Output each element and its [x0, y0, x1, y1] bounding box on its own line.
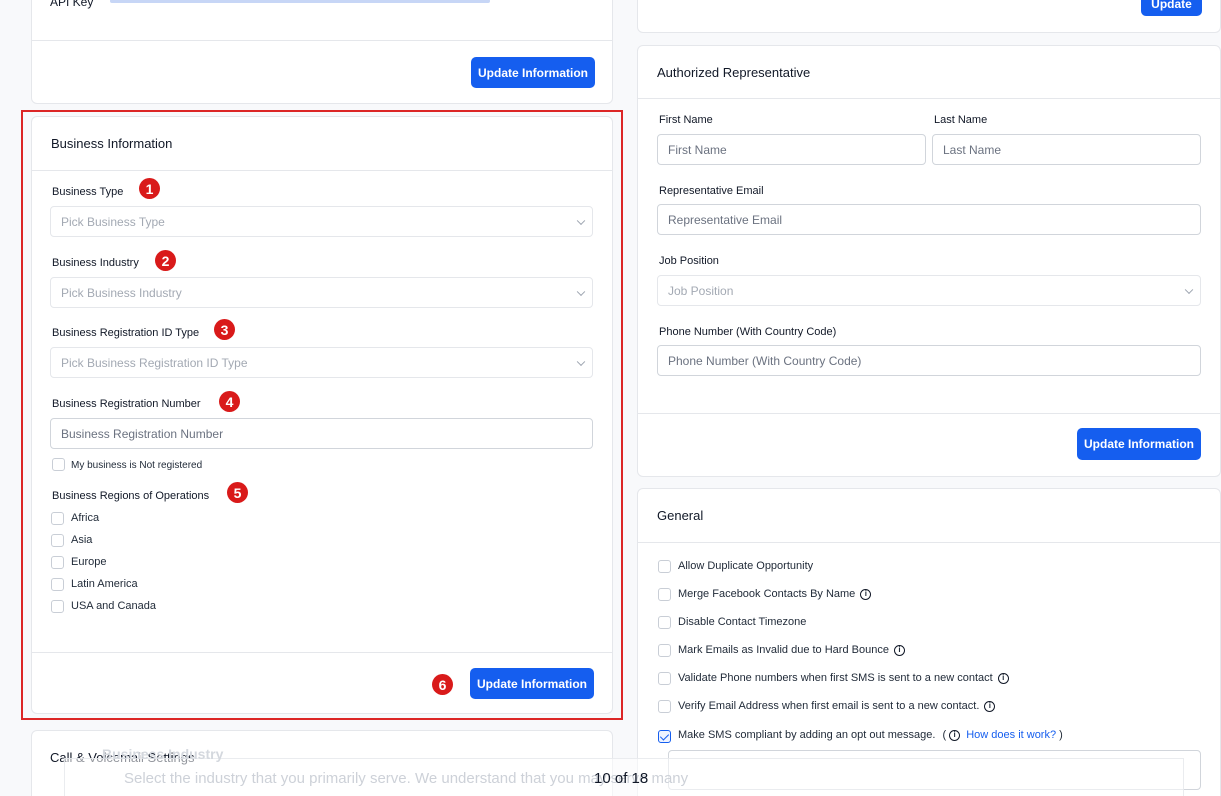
sms-compliant-checkbox[interactable]: [658, 730, 671, 743]
phone-number-placeholder: Phone Number (With Country Code): [668, 353, 862, 368]
disable-contact-timezone-label: Disable Contact Timezone: [678, 616, 807, 628]
info-icon[interactable]: i: [860, 588, 872, 600]
representative-email-placeholder: Representative Email: [668, 212, 783, 227]
last-name-label: Last Name: [934, 114, 988, 126]
info-icon[interactable]: i: [984, 700, 996, 712]
job-position-select[interactable]: Job Position: [657, 275, 1201, 306]
verify-email-address-checkbox[interactable]: [658, 700, 671, 713]
paren-close: ): [1059, 729, 1063, 741]
validate-phone-numbers-label: Validate Phone numbers when first SMS is…: [678, 672, 1009, 684]
disable-contact-timezone-checkbox[interactable]: [658, 616, 671, 629]
merge-facebook-contacts-label: Merge Facebook Contacts By Name i: [678, 588, 872, 600]
last-name-placeholder: Last Name: [943, 142, 1002, 157]
page-indicator: 10 of 18: [594, 770, 649, 787]
representative-email-input[interactable]: Representative Email: [657, 204, 1201, 235]
last-name-input[interactable]: Last Name: [932, 134, 1201, 165]
api-key-divider: [32, 40, 612, 41]
top-right-update-button[interactable]: Update: [1141, 0, 1202, 16]
phone-number-label: Phone Number (With Country Code): [659, 326, 837, 338]
authorized-representative-title: Authorized Representative: [657, 64, 811, 80]
api-key-value-bar: [110, 0, 490, 3]
verify-email-address-label: Verify Email Address when first email is…: [678, 700, 996, 712]
merge-facebook-contacts-checkbox[interactable]: [658, 588, 671, 601]
allow-duplicate-opportunity-checkbox[interactable]: [658, 560, 671, 573]
representative-email-label: Representative Email: [659, 185, 764, 197]
info-icon[interactable]: i: [893, 644, 905, 656]
first-name-label: First Name: [659, 114, 713, 126]
authorized-representative-update-button[interactable]: Update Information: [1077, 428, 1201, 460]
api-key-update-button[interactable]: Update Information: [471, 57, 595, 88]
job-position-label: Job Position: [659, 255, 719, 267]
how-does-it-work-link[interactable]: How does it work?: [966, 729, 1056, 741]
first-name-placeholder: First Name: [668, 142, 727, 157]
authorized-representative-footer-divider: [638, 413, 1220, 414]
api-key-card: API Key Update Information: [31, 0, 613, 104]
authorized-representative-header: Authorized Representative: [638, 46, 1220, 99]
allow-duplicate-opportunity-label: Allow Duplicate Opportunity: [678, 560, 814, 572]
phone-number-input[interactable]: Phone Number (With Country Code): [657, 345, 1201, 376]
sms-compliant-label: Make SMS compliant by adding an opt out …: [678, 729, 1063, 741]
mark-emails-invalid-checkbox[interactable]: [658, 644, 671, 657]
api-key-label: API Key: [50, 0, 94, 9]
highlight-frame: [21, 110, 623, 720]
job-position-placeholder: Job Position: [668, 283, 734, 298]
general-header: General: [638, 489, 1220, 543]
mark-emails-invalid-label: Mark Emails as Invalid due to Hard Bounc…: [678, 644, 905, 656]
top-right-card: Update: [637, 0, 1221, 33]
authorized-representative-card: Authorized Representative: [637, 45, 1221, 477]
chevron-down-icon: [1184, 285, 1194, 294]
caption-heading: Business Industry: [102, 746, 224, 762]
first-name-input[interactable]: First Name: [657, 134, 926, 165]
paren-open: (: [942, 729, 947, 741]
validate-phone-numbers-checkbox[interactable]: [658, 672, 671, 685]
general-title: General: [657, 508, 704, 523]
info-icon[interactable]: i: [997, 672, 1009, 684]
info-icon: i: [949, 729, 961, 741]
